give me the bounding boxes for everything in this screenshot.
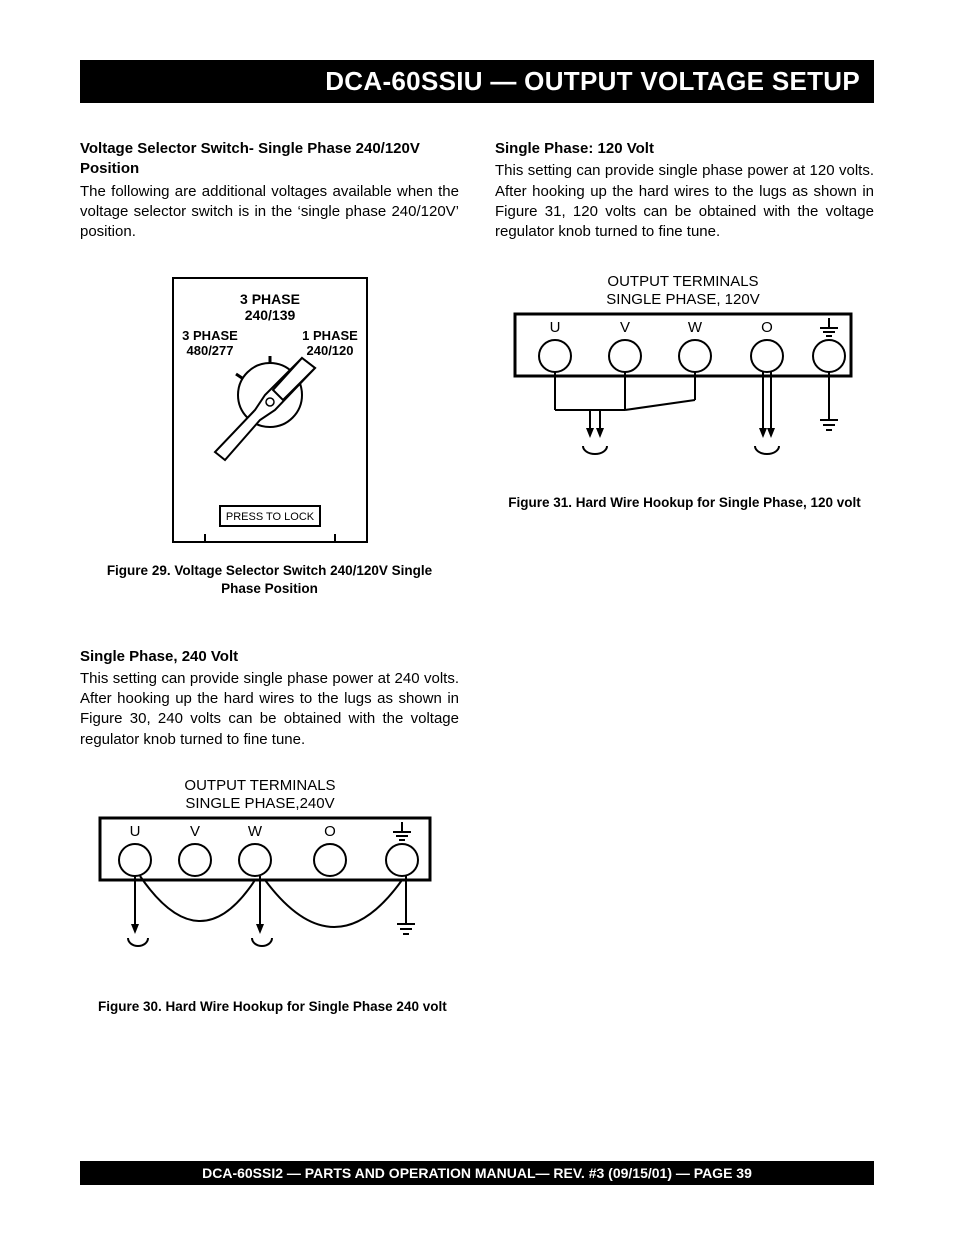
section-body-240v: This setting can provide single phase po…: [80, 669, 459, 750]
section-body-voltage-selector: The following are additional voltages av…: [80, 182, 459, 243]
terminal-diagram-240v: OUTPUT TERMINALS SINGLE PHASE,240V U V W…: [90, 774, 450, 984]
figure-31-caption: Figure 31. Hard Wire Hookup for Single P…: [495, 494, 874, 512]
label-3phase-left: 3 PHASE: [182, 328, 238, 343]
terminal-label-u: U: [549, 319, 560, 336]
ground-icon: [820, 420, 838, 430]
label-240-139: 240/139: [244, 307, 295, 323]
page-footer: DCA-60SSI2 — PARTS AND OPERATION MANUAL—…: [80, 1161, 874, 1185]
terminal-label-v: V: [189, 823, 199, 840]
two-column-layout: Voltage Selector Switch- Single Phase 24…: [80, 139, 874, 1016]
left-column: Voltage Selector Switch- Single Phase 24…: [80, 139, 459, 1016]
section-body-120v: This setting can provide single phase po…: [495, 161, 874, 242]
ground-icon: [397, 924, 415, 934]
label-3phase-top: 3 PHASE: [240, 291, 300, 307]
fig30-title2: SINGLE PHASE,240V: [185, 795, 334, 812]
fig30-title1: OUTPUT TERMINALS: [184, 777, 335, 794]
terminal-label-v: V: [619, 319, 629, 336]
figure-29-caption: Figure 29. Voltage Selector Switch 240/1…: [80, 562, 459, 598]
right-column: Single Phase: 120 Volt This setting can …: [495, 139, 874, 1016]
label-1phase-right: 1 PHASE: [302, 328, 358, 343]
terminal-diagram-120v: OUTPUT TERMINALS SINGLE PHASE, 120V U V …: [505, 270, 865, 480]
label-press-to-lock: PRESS TO LOCK: [225, 511, 314, 523]
label-480-277: 480/277: [186, 343, 233, 358]
section-heading-240v: Single Phase, 240 Volt: [80, 647, 459, 667]
section-heading-120v: Single Phase: 120 Volt: [495, 139, 874, 159]
figure-29: 3 PHASE 240/139 3 PHASE 480/277 1 PHASE …: [80, 270, 459, 550]
figure-31: OUTPUT TERMINALS SINGLE PHASE, 120V U V …: [495, 270, 874, 480]
terminal-label-u: U: [129, 823, 140, 840]
fig31-title1: OUTPUT TERMINALS: [607, 273, 758, 290]
section-heading-voltage-selector: Voltage Selector Switch- Single Phase 24…: [80, 139, 459, 180]
terminal-label-o: O: [761, 319, 773, 336]
terminal-label-w: W: [687, 319, 702, 336]
voltage-selector-switch-diagram: 3 PHASE 240/139 3 PHASE 480/277 1 PHASE …: [165, 270, 375, 550]
label-240-120: 240/120: [306, 343, 353, 358]
figure-30: OUTPUT TERMINALS SINGLE PHASE,240V U V W…: [80, 774, 459, 984]
page-title-bar: DCA-60SSIU — OUTPUT VOLTAGE SETUP: [80, 60, 874, 103]
terminal-label-w: W: [247, 823, 262, 840]
terminal-label-o: O: [324, 823, 336, 840]
fig31-title2: SINGLE PHASE, 120V: [606, 291, 759, 308]
figure-30-caption: Figure 30. Hard Wire Hookup for Single P…: [80, 998, 459, 1016]
